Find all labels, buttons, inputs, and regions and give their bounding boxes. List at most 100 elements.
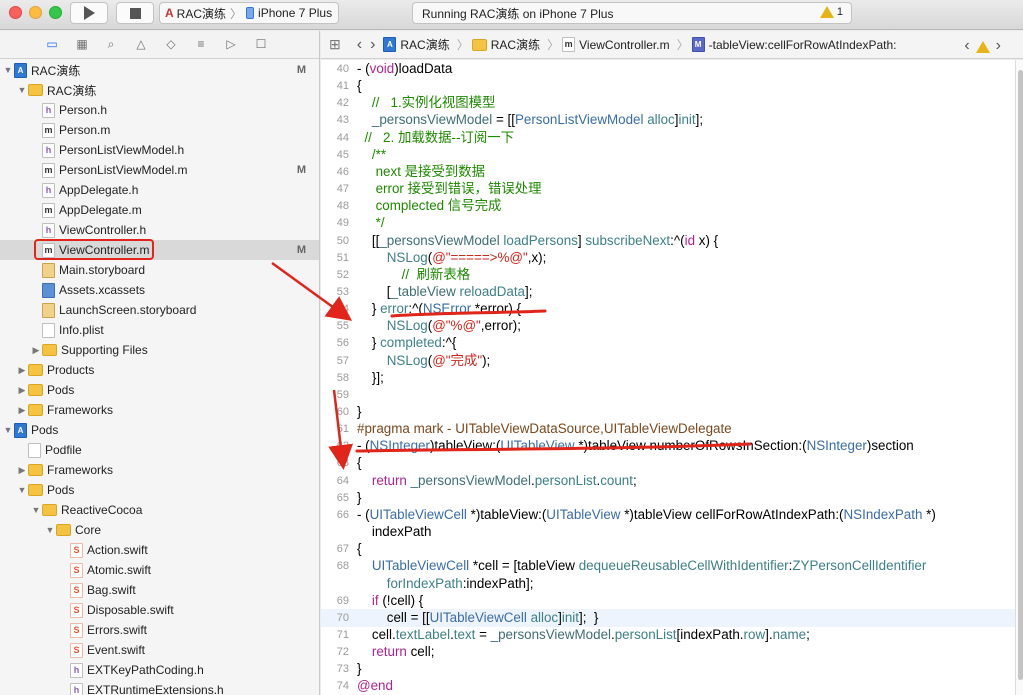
file-row[interactable]: ▼ A RAC演练 M bbox=[0, 60, 319, 80]
file-row[interactable]: S Event.swift bbox=[0, 640, 319, 660]
folder-icon[interactable]: ▭ bbox=[45, 38, 59, 51]
disclosure-triangle-icon[interactable]: ▼ bbox=[44, 525, 56, 535]
file-row[interactable]: h ViewController.h bbox=[0, 220, 319, 240]
code-text[interactable]: /** bbox=[357, 146, 386, 164]
issue-icon[interactable]: △ bbox=[134, 38, 148, 51]
code-text[interactable]: #pragma mark - UITableViewDataSource,UIT… bbox=[357, 420, 732, 438]
line-number[interactable]: 59 bbox=[321, 386, 349, 404]
line-number[interactable]: 63 bbox=[321, 454, 349, 472]
file-row[interactable]: h EXTKeyPathCoding.h bbox=[0, 660, 319, 680]
disclosure-triangle-icon[interactable]: ▶ bbox=[16, 405, 28, 416]
disclosure-triangle-icon[interactable]: ▶ bbox=[30, 345, 42, 356]
code-text[interactable]: next 是接受到数据 bbox=[357, 163, 485, 181]
line-number[interactable]: 51 bbox=[321, 249, 349, 267]
previous-issue-icon[interactable]: ‹ bbox=[964, 37, 969, 55]
disclosure-triangle-icon[interactable]: ▼ bbox=[16, 85, 28, 95]
file-row[interactable]: ▼ Pods bbox=[0, 480, 319, 500]
line-number[interactable]: 67 bbox=[321, 540, 349, 558]
code-text[interactable]: NSLog(@"=====>%@",x); bbox=[357, 249, 547, 267]
debug-icon[interactable]: ≡ bbox=[194, 38, 208, 51]
file-row[interactable]: ▶ Products bbox=[0, 360, 319, 380]
file-row[interactable]: Info.plist bbox=[0, 320, 319, 340]
line-number[interactable]: 49 bbox=[321, 214, 349, 232]
code-text[interactable]: return _personsViewModel.personList.coun… bbox=[357, 472, 637, 490]
file-row[interactable]: ▼ RAC演练 bbox=[0, 80, 319, 100]
code-text[interactable]: forIndexPath:indexPath]; bbox=[357, 575, 534, 593]
scrollbar-thumb[interactable] bbox=[1018, 70, 1023, 680]
file-row[interactable]: h PersonListViewModel.h bbox=[0, 140, 319, 160]
disclosure-triangle-icon[interactable]: ▼ bbox=[2, 65, 14, 75]
line-number[interactable]: 60 bbox=[321, 403, 349, 421]
disclosure-triangle-icon[interactable]: ▶ bbox=[16, 385, 28, 396]
line-number[interactable]: 41 bbox=[321, 77, 349, 95]
code-text[interactable]: complected 信号完成 bbox=[357, 197, 502, 215]
line-number[interactable]: 45 bbox=[321, 146, 349, 164]
file-row[interactable]: ▶ Pods bbox=[0, 380, 319, 400]
code-text[interactable]: indexPath bbox=[357, 523, 432, 541]
code-text[interactable]: cell = [[UITableViewCell alloc]init]; } bbox=[357, 609, 599, 627]
code-text[interactable]: } error:^(NSError *error) { bbox=[357, 300, 521, 318]
code-text[interactable]: - (UITableViewCell *)tableView:(UITableV… bbox=[357, 506, 936, 524]
test-icon[interactable]: ◇ bbox=[164, 38, 178, 51]
file-row[interactable]: S Disposable.swift bbox=[0, 600, 319, 620]
code-text[interactable]: { bbox=[357, 540, 361, 558]
warning-indicator[interactable]: 1 bbox=[819, 6, 843, 18]
disclosure-triangle-icon[interactable]: ▶ bbox=[16, 365, 28, 376]
code-text[interactable]: @end bbox=[357, 677, 393, 695]
code-text[interactable]: cell.textLabel.text = _personsViewModel.… bbox=[357, 626, 810, 644]
code-text[interactable]: UITableViewCell *cell = [tableView deque… bbox=[357, 557, 926, 575]
breakpoint-icon[interactable]: ▷ bbox=[224, 38, 238, 51]
file-row[interactable]: ▶ Frameworks bbox=[0, 400, 319, 420]
line-number[interactable]: 50 bbox=[321, 232, 349, 250]
line-number[interactable]: 55 bbox=[321, 317, 349, 335]
editor-scrollbar[interactable] bbox=[1015, 60, 1023, 695]
line-number[interactable]: 52 bbox=[321, 266, 349, 284]
code-text[interactable]: { bbox=[357, 77, 361, 95]
line-number[interactable]: 62 bbox=[321, 437, 349, 455]
code-text[interactable]: [_tableView reloadData]; bbox=[357, 283, 533, 301]
file-row[interactable]: h Person.h bbox=[0, 100, 319, 120]
line-number[interactable]: 46 bbox=[321, 163, 349, 181]
line-number[interactable]: 43 bbox=[321, 111, 349, 129]
line-number[interactable]: 71 bbox=[321, 626, 349, 644]
forward-arrow-icon[interactable]: › bbox=[370, 36, 375, 54]
line-number[interactable]: 57 bbox=[321, 352, 349, 370]
search-icon[interactable]: ⌕ bbox=[104, 38, 118, 51]
code-text[interactable]: // 1.实例化视图模型 bbox=[357, 94, 496, 112]
disclosure-triangle-icon[interactable]: ▶ bbox=[16, 465, 28, 476]
zoom-window-button[interactable] bbox=[49, 6, 62, 19]
code-text[interactable]: - (NSInteger)tableView:(UITableView *)ta… bbox=[357, 437, 914, 455]
report-icon[interactable]: ☐ bbox=[254, 38, 268, 51]
line-number[interactable]: 54 bbox=[321, 300, 349, 318]
code-text[interactable]: { bbox=[357, 454, 361, 472]
code-text[interactable]: } bbox=[357, 489, 361, 507]
file-row[interactable]: ▼ A Pods bbox=[0, 420, 319, 440]
code-text[interactable]: } completed:^{ bbox=[357, 334, 456, 352]
code-text[interactable]: - (void)loadData bbox=[357, 60, 452, 78]
file-row[interactable]: S Errors.swift bbox=[0, 620, 319, 640]
code-text[interactable]: if (!cell) { bbox=[357, 592, 423, 610]
related-items-icon[interactable]: ⊞ bbox=[329, 36, 341, 53]
line-number[interactable]: 56 bbox=[321, 334, 349, 352]
disclosure-triangle-icon[interactable]: ▼ bbox=[30, 505, 42, 515]
run-button[interactable] bbox=[70, 2, 108, 24]
file-row[interactable]: Assets.xcassets bbox=[0, 280, 319, 300]
disclosure-triangle-icon[interactable]: ▼ bbox=[16, 485, 28, 495]
line-number[interactable]: 64 bbox=[321, 472, 349, 490]
line-number[interactable]: 58 bbox=[321, 369, 349, 387]
file-row[interactable]: Podfile bbox=[0, 440, 319, 460]
code-text[interactable]: } bbox=[357, 403, 361, 421]
code-text[interactable]: // 2. 加载数据--订阅一下 bbox=[357, 129, 514, 147]
disclosure-triangle-icon[interactable]: ▼ bbox=[2, 425, 14, 435]
line-number[interactable]: 48 bbox=[321, 197, 349, 215]
jumpbar-file[interactable]: m ViewController.m bbox=[562, 37, 670, 52]
code-text[interactable]: return cell; bbox=[357, 643, 435, 661]
line-number[interactable]: 47 bbox=[321, 180, 349, 198]
code-text[interactable]: _personsViewModel = [[PersonListViewMode… bbox=[357, 111, 703, 129]
line-number[interactable]: 40 bbox=[321, 60, 349, 78]
line-number[interactable]: 68 bbox=[321, 557, 349, 575]
file-row[interactable]: m Person.m bbox=[0, 120, 319, 140]
file-row[interactable]: h AppDelegate.h bbox=[0, 180, 319, 200]
file-row[interactable]: S Bag.swift bbox=[0, 580, 319, 600]
code-text[interactable]: } bbox=[357, 660, 361, 678]
